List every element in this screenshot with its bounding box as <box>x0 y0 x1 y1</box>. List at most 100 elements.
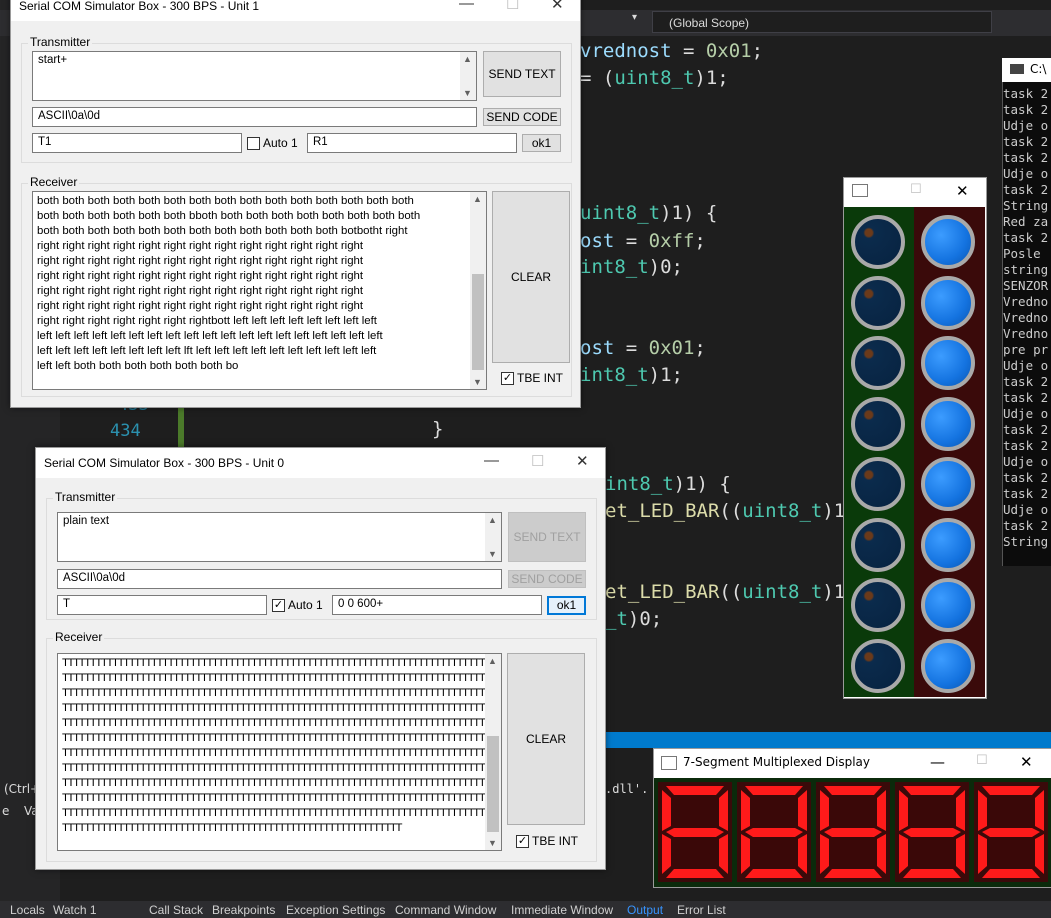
rx-line: both both both both both both bboth both… <box>37 210 421 222</box>
tab-call-stack[interactable]: Call Stack <box>149 903 203 917</box>
tab-exception-settings[interactable]: Exception Settings <box>286 903 385 917</box>
scope-dropdown[interactable]: (Global Scope) <box>652 11 992 33</box>
console-line: Udje o <box>1003 118 1049 133</box>
auto-checkbox[interactable]: ✓ <box>272 599 285 612</box>
t-input[interactable]: T1 <box>32 133 242 153</box>
tx-textbox[interactable]: start+ ▲ ▼ <box>32 51 477 101</box>
code-line: et_LED_BAR((uint8_t)1 <box>605 581 846 603</box>
console-line: SENZOR <box>1003 278 1049 293</box>
code-line: vrednost = 0x01; <box>580 40 764 62</box>
close-icon[interactable]: ✕ <box>551 0 564 13</box>
app-icon <box>661 756 677 770</box>
scrollbar-thumb <box>472 274 484 370</box>
seven-seg-display <box>654 778 1051 887</box>
rx-textbox[interactable]: both both both both both both both both … <box>32 191 487 390</box>
rx-line: left left left left left left left left … <box>37 330 383 342</box>
tab-command-window[interactable]: Command Window <box>395 903 496 917</box>
console-line: task 2 <box>1003 470 1049 485</box>
scrollbar[interactable]: ▲ ▼ <box>460 52 476 100</box>
console-titlebar: C:\ <box>1002 58 1051 82</box>
r-input[interactable]: 0 0 600+ <box>332 595 542 615</box>
console-line: Udje o <box>1003 358 1049 373</box>
rx-line: right right right right right right righ… <box>37 240 364 252</box>
chevron-down-icon[interactable]: ▾ <box>632 12 637 23</box>
seven-seg-digit <box>974 782 1048 882</box>
console-line: task 2 <box>1003 86 1049 101</box>
unit1-titlebar: Serial COM Simulator Box - 300 BPS - Uni… <box>11 0 580 21</box>
scrollbar[interactable]: ▲ ▼ <box>485 654 501 850</box>
chevron-down-icon: ▼ <box>463 88 472 98</box>
unit1-window: Serial COM Simulator Box - 300 BPS - Uni… <box>10 0 581 408</box>
rx-line: TTTTTTTTTTTTTTTTTTTTTTTTTTTTTTTTTTTTTTTT… <box>62 687 486 699</box>
seven-seg-digit <box>658 782 732 882</box>
scrollbar[interactable]: ▲ ▼ <box>470 192 486 389</box>
unit0-window: Serial COM Simulator Box - 300 BPS - Uni… <box>35 447 606 870</box>
led-light <box>851 336 905 390</box>
console-line: task 2 <box>1003 486 1049 501</box>
minimize-icon[interactable]: — <box>484 452 499 469</box>
auto-label: Auto 1 <box>288 598 323 612</box>
tab-locals[interactable]: Locals <box>10 903 45 917</box>
led-bar-window: ☐ ✕ <box>843 177 987 699</box>
seven-seg-digit <box>816 782 890 882</box>
tab-error-list[interactable]: Error List <box>677 903 726 917</box>
led-light <box>921 517 975 572</box>
tab-immediate-window[interactable]: Immediate Window <box>511 903 613 917</box>
send-text-button[interactable]: SEND TEXT <box>483 51 561 97</box>
t-input[interactable]: T <box>57 595 267 615</box>
maximize-icon[interactable]: ☐ <box>506 0 519 13</box>
rx-line: left left both both both both both both … <box>37 360 239 372</box>
ok-button[interactable]: ok1 <box>547 596 586 615</box>
send-code-button[interactable]: SEND CODE <box>508 570 586 588</box>
console-line: string <box>1003 262 1049 277</box>
receiver-group: Receiver TTTTTTTTTTTTTTTTTTTTTTTTTTTTTTT… <box>46 630 597 862</box>
led-light <box>851 215 905 269</box>
maximize-icon[interactable]: ☐ <box>910 182 922 197</box>
ok-button[interactable]: ok1 <box>522 134 561 152</box>
console-line: task 2 <box>1003 230 1049 245</box>
chevron-down-icon: ▼ <box>488 549 497 559</box>
scrollbar-thumb <box>487 736 499 832</box>
clear-button[interactable]: CLEAR <box>507 653 585 825</box>
close-icon[interactable]: ✕ <box>1020 753 1033 771</box>
console-line: task 2 <box>1003 150 1049 165</box>
auto-checkbox[interactable] <box>247 137 260 150</box>
close-icon[interactable]: ✕ <box>956 182 969 200</box>
rx-line: TTTTTTTTTTTTTTTTTTTTTTTTTTTTTTTTTTTTTTTT… <box>62 777 486 789</box>
code-line: = (uint8_t)1; <box>580 67 729 89</box>
chevron-up-icon: ▲ <box>463 54 472 64</box>
maximize-icon[interactable]: ☐ <box>976 753 988 768</box>
code-input[interactable]: ASCII\0a\0d <box>32 107 477 127</box>
send-code-button[interactable]: SEND CODE <box>483 108 561 126</box>
tab-watch1[interactable]: Watch 1 <box>53 903 97 917</box>
console-line: Udje o <box>1003 454 1049 469</box>
scrollbar[interactable]: ▲ ▼ <box>485 513 501 561</box>
tab-breakpoints[interactable]: Breakpoints <box>212 903 275 917</box>
minimize-icon[interactable]: — <box>930 753 945 771</box>
tab-output[interactable]: Output <box>627 903 663 917</box>
rx-textbox[interactable]: TTTTTTTTTTTTTTTTTTTTTTTTTTTTTTTTTTTTTTTT… <box>57 653 502 851</box>
minimize-icon[interactable]: — <box>459 0 474 12</box>
led-light <box>921 275 975 330</box>
led-light <box>921 396 975 451</box>
code-line: int8_t)0; <box>580 256 683 278</box>
console-line: Udje o <box>1003 166 1049 181</box>
tbe-checkbox[interactable]: ✓ <box>516 835 529 848</box>
led-column-left <box>844 207 914 697</box>
clear-button[interactable]: CLEAR <box>492 191 570 363</box>
code-line: et_LED_BAR((uint8_t)1 <box>605 500 846 522</box>
code-input[interactable]: ASCII\0a\0d <box>57 569 502 589</box>
tx-textbox[interactable]: plain text ▲ ▼ <box>57 512 502 562</box>
output-panel-titlebar <box>605 732 1051 748</box>
console-line: task 2 <box>1003 374 1049 389</box>
send-text-button[interactable]: SEND TEXT <box>508 512 586 562</box>
tbe-checkbox[interactable]: ✓ <box>501 372 514 385</box>
r-input[interactable]: R1 <box>307 133 517 153</box>
maximize-icon[interactable]: ☐ <box>531 452 544 470</box>
console-line: Vredno <box>1003 310 1049 325</box>
chevron-down-icon: ▼ <box>473 377 482 387</box>
seven-seg-window: 7-Segment Multiplexed Display — ☐ ✕ <box>653 748 1051 888</box>
console-icon <box>1010 64 1024 74</box>
close-icon[interactable]: ✕ <box>576 452 589 470</box>
chevron-up-icon: ▲ <box>488 656 497 666</box>
